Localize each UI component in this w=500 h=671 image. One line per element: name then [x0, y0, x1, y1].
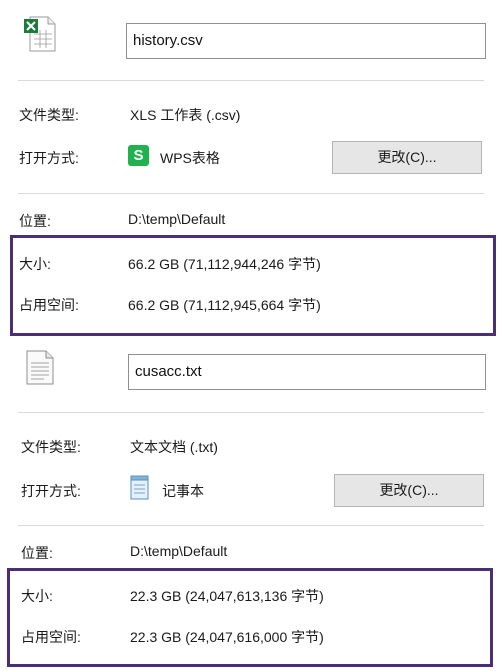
divider: [18, 525, 484, 526]
change-app-button[interactable]: 更改(C)...: [332, 141, 482, 174]
open-with-label: 打开方式:: [21, 483, 81, 499]
notepad-icon: [129, 475, 151, 501]
location-value: D:\temp\Default: [130, 543, 228, 559]
change-app-button[interactable]: 更改(C)...: [334, 474, 484, 507]
divider: [18, 80, 484, 81]
text-file-icon: [24, 350, 56, 386]
file-name-field[interactable]: history.csv: [126, 23, 486, 59]
size-highlight-box: [10, 235, 496, 336]
file-type-label: 文件类型:: [21, 439, 81, 455]
location-value: D:\temp\Default: [128, 211, 226, 227]
file-name-field[interactable]: cusacc.txt: [128, 354, 486, 390]
open-with-label: 打开方式:: [19, 150, 79, 166]
disk-size-label: 占用空间:: [21, 629, 81, 645]
file-type-label: 文件类型:: [19, 107, 79, 123]
size-highlight-box: [7, 568, 493, 667]
file-type-value: XLS 工作表 (.csv): [130, 107, 241, 123]
disk-size-label: 占用空间:: [19, 297, 79, 313]
disk-size-value: 22.3 GB (24,047,616,000 字节): [130, 629, 324, 645]
open-with-app: WPS表格: [160, 150, 220, 166]
wps-spreadsheet-icon: S: [128, 145, 149, 166]
size-label: 大小:: [19, 256, 51, 272]
divider: [18, 193, 484, 194]
excel-file-icon: [22, 15, 58, 53]
file-type-value: 文本文档 (.txt): [130, 439, 218, 455]
size-value: 22.3 GB (24,047,613,136 字节): [130, 588, 324, 604]
divider: [18, 412, 484, 413]
open-with-app: 记事本: [162, 483, 204, 499]
location-label: 位置:: [21, 545, 53, 561]
disk-size-value: 66.2 GB (71,112,945,664 字节): [128, 297, 321, 313]
size-value: 66.2 GB (71,112,944,246 字节): [128, 256, 321, 272]
size-label: 大小:: [21, 588, 53, 604]
location-label: 位置:: [19, 213, 51, 229]
